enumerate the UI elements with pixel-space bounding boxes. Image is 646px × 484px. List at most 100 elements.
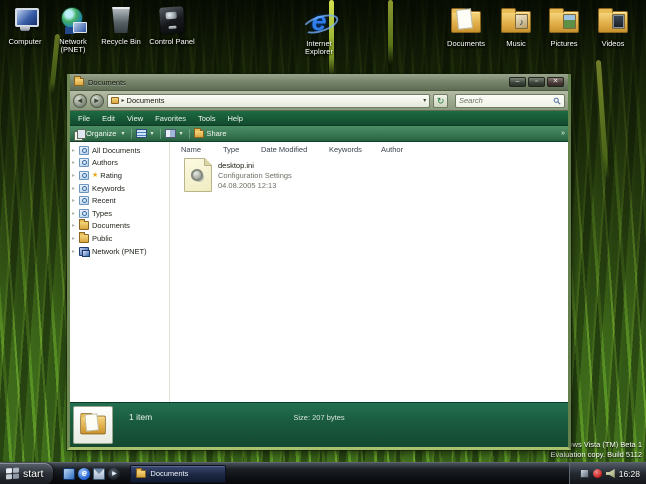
column-header-type[interactable]: Type xyxy=(223,145,239,154)
sidebar-item-documents[interactable]: ▸ Documents xyxy=(70,220,169,233)
layout-icon[interactable] xyxy=(165,129,176,138)
internet-explorer-icon[interactable]: e xyxy=(78,468,90,480)
size-label: Size: 207 bytes xyxy=(293,413,344,422)
security-shield-icon[interactable] xyxy=(593,469,602,478)
menu-file[interactable]: File xyxy=(78,114,90,123)
desktop-icon-control-panel[interactable]: Control Panel xyxy=(148,4,196,46)
forward-button[interactable]: ► xyxy=(90,94,104,108)
saved-search-icon xyxy=(79,158,89,167)
sidebar-item-all-documents[interactable]: ▸ All Documents xyxy=(70,144,169,157)
expander-icon[interactable]: ▸ xyxy=(72,159,79,166)
back-button[interactable]: ◄ xyxy=(73,94,87,108)
menu-help[interactable]: Help xyxy=(228,114,243,123)
toolbar-separator xyxy=(131,129,132,139)
organize-button[interactable]: Organize xyxy=(86,129,116,138)
saved-search-icon xyxy=(79,184,89,193)
expander-icon[interactable]: ▸ xyxy=(72,235,79,242)
desktop-icon-computer[interactable]: Computer xyxy=(1,4,49,46)
expander-icon[interactable]: ▸ xyxy=(72,185,79,192)
sidebar-item-rating[interactable]: ▸ ★ Rating xyxy=(70,169,169,182)
maximize-button[interactable]: ▫ xyxy=(528,77,545,87)
media-player-icon[interactable]: ▶ xyxy=(108,468,120,480)
sidebar-item-keywords[interactable]: ▸ Keywords xyxy=(70,182,169,195)
item-count: 1 item xyxy=(129,412,152,422)
sidebar-item-label: Documents xyxy=(92,221,130,230)
desktop-icon-pictures[interactable]: Pictures xyxy=(540,6,588,48)
explorer-window: Documents – ▫ ✕ ◄ ► ▸ Documents ▾ ↻ xyxy=(67,74,571,450)
expander-icon[interactable]: ▸ xyxy=(72,248,79,255)
desktop-icon-label: Control Panel xyxy=(148,38,196,46)
network-tray-icon[interactable] xyxy=(580,469,589,478)
vista-watermark-line2: Evaluation copy. Build 5112 xyxy=(551,450,642,459)
menu-view[interactable]: View xyxy=(127,114,143,123)
desktop-icon-label: Videos xyxy=(589,40,637,48)
address-bar[interactable]: ▸ Documents ▾ xyxy=(107,94,431,108)
expander-icon[interactable]: ▸ xyxy=(72,172,79,179)
breadcrumb-arrow-icon[interactable]: ▸ xyxy=(122,97,125,104)
close-button[interactable]: ✕ xyxy=(547,77,564,87)
desktop-icon-documents[interactable]: Documents xyxy=(442,6,490,48)
sidebar-item-label: Keywords xyxy=(92,184,125,193)
organize-dropdown-icon[interactable]: ▾ xyxy=(121,130,124,137)
search-box[interactable] xyxy=(455,94,565,108)
search-input[interactable] xyxy=(459,96,553,105)
desktop-icon-music[interactable]: ♪ Music xyxy=(492,6,540,48)
toolbar-overflow-icon[interactable]: » xyxy=(561,130,565,137)
command-toolbar: Organize ▾ ▾ ▾ Share » xyxy=(70,126,568,142)
column-header-author[interactable]: Author xyxy=(381,145,403,154)
start-label: start xyxy=(23,468,43,480)
taskbar-clock[interactable]: 16:28 xyxy=(619,469,640,479)
menu-edit[interactable]: Edit xyxy=(102,114,115,123)
file-list-pane[interactable]: Name Type Date Modified Keywords Author … xyxy=(170,142,568,402)
taskbar-button-documents[interactable]: Documents xyxy=(130,465,226,483)
desktop-icon-internet-explorer[interactable]: e Internet Explorer xyxy=(295,6,343,56)
desktop: Computer Network (PNET) Recycle Bin Cont… xyxy=(0,0,646,484)
desktop-icon-label: Network (PNET) xyxy=(49,38,97,54)
sidebar-item-recent[interactable]: ▸ Recent xyxy=(70,194,169,207)
music-folder-icon: ♪ xyxy=(501,11,531,33)
expander-icon[interactable]: ▸ xyxy=(72,210,79,217)
menu-favorites[interactable]: Favorites xyxy=(155,114,186,123)
window-title: Documents xyxy=(88,78,126,87)
sidebar-item-authors[interactable]: ▸ Authors xyxy=(70,157,169,170)
sidebar-item-label: Types xyxy=(92,209,112,218)
layout-dropdown-icon[interactable]: ▾ xyxy=(179,130,182,137)
window-folder-icon xyxy=(74,78,84,86)
quick-launch-bar: e ▶ xyxy=(63,468,120,480)
window-content: ▸ All Documents ▸ Authors ▸ ★ Rating ▸ xyxy=(70,142,568,402)
expander-icon[interactable]: ▸ xyxy=(72,222,79,229)
menu-tools[interactable]: Tools xyxy=(198,114,216,123)
sidebar-item-network[interactable]: ▸ Network (PNET) xyxy=(70,245,169,258)
start-button[interactable]: start xyxy=(0,463,53,484)
file-item-desktop-ini[interactable]: desktop.ini Configuration Settings 04.08… xyxy=(184,158,292,192)
breadcrumb[interactable]: Documents xyxy=(127,96,165,105)
minimize-button[interactable]: – xyxy=(509,77,526,87)
column-header-name[interactable]: Name xyxy=(181,145,201,154)
sidebar-item-types[interactable]: ▸ Types xyxy=(70,207,169,220)
views-dropdown-icon[interactable]: ▾ xyxy=(150,130,153,137)
expander-icon[interactable]: ▸ xyxy=(72,147,79,154)
sidebar-item-public[interactable]: ▸ Public xyxy=(70,232,169,245)
sidebar-item-label: Rating xyxy=(100,171,122,180)
desktop-icon-recycle-bin[interactable]: Recycle Bin xyxy=(97,4,145,46)
email-icon[interactable] xyxy=(93,468,105,480)
address-dropdown-icon[interactable]: ▾ xyxy=(423,97,426,104)
network-icon xyxy=(59,7,87,33)
desktop-icon-label: Music xyxy=(492,40,540,48)
volume-icon[interactable] xyxy=(606,469,615,478)
network-icon xyxy=(79,247,89,256)
refresh-button[interactable]: ↻ xyxy=(433,94,448,108)
views-icon[interactable] xyxy=(136,129,147,138)
desktop-icon-videos[interactable]: Videos xyxy=(589,6,637,48)
column-header-keywords[interactable]: Keywords xyxy=(329,145,362,154)
expander-icon[interactable]: ▸ xyxy=(72,197,79,204)
toolbar-separator xyxy=(160,129,161,139)
desktop-icon-label: Computer xyxy=(1,38,49,46)
share-button[interactable]: Share xyxy=(206,129,226,138)
show-desktop-icon[interactable] xyxy=(63,468,75,480)
search-icon[interactable] xyxy=(553,97,561,105)
desktop-icon-network[interactable]: Network (PNET) xyxy=(49,4,97,54)
column-header-date-modified[interactable]: Date Modified xyxy=(261,145,307,154)
title-bar[interactable]: Documents – ▫ ✕ xyxy=(70,74,568,91)
star-icon: ★ xyxy=(92,171,98,179)
